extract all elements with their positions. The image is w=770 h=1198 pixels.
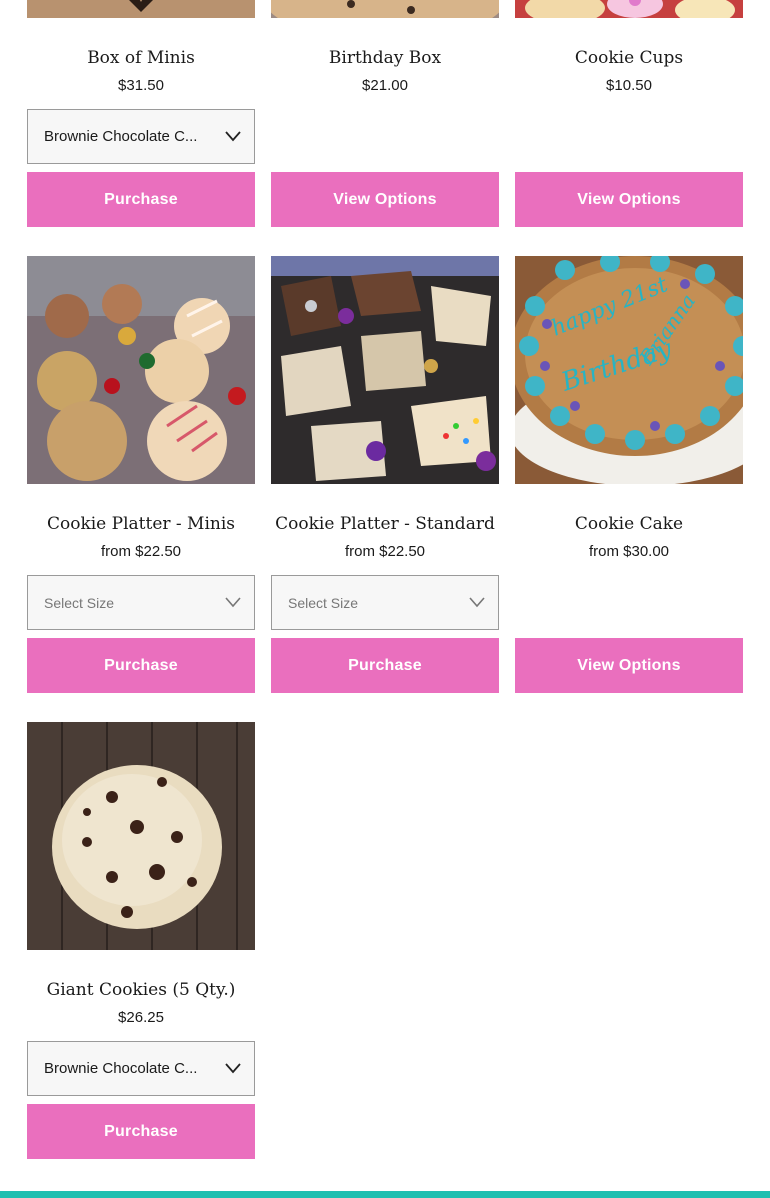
product-image[interactable] <box>271 256 499 484</box>
cookie-platter-minis-image <box>27 256 255 484</box>
product-price: $26.25 <box>118 1009 164 1026</box>
giant-cookies-image <box>27 722 255 950</box>
purchase-button[interactable]: Purchase <box>27 638 255 693</box>
chevron-down-icon <box>225 597 241 608</box>
purchase-button[interactable]: Purchase <box>27 1104 255 1159</box>
select-value: Select Size <box>288 594 359 611</box>
cookie-platter-standard-image <box>271 256 499 484</box>
cookie-cake-image: happy 21st Birthday Brianna <box>515 256 743 484</box>
product-price: from $22.50 <box>344 543 426 560</box>
product-image[interactable]: happy 21st Birthday Brianna <box>515 256 743 484</box>
product-name[interactable]: Cookie Platter - Minis <box>27 513 255 535</box>
select-value: Select Size <box>44 594 115 611</box>
product-price: from $30.00 <box>588 543 670 560</box>
select-value: Brownie Chocolate C... <box>44 128 198 145</box>
product-name[interactable]: Box of Minis <box>27 47 255 69</box>
product-card-giant-cookies: Giant Cookies (5 Qty.) $26.25 Brownie Ch… <box>27 722 255 1159</box>
cookie-cups-image <box>515 0 743 18</box>
product-name[interactable]: Cookie Cake <box>515 513 743 535</box>
product-image[interactable] <box>27 0 255 18</box>
product-image[interactable] <box>515 0 743 18</box>
size-select[interactable]: Select Size <box>271 575 499 630</box>
footer-accent-bar <box>0 1191 770 1198</box>
product-card-cookie-cake: happy 21st Birthday Brianna Cookie Cake … <box>515 256 743 693</box>
product-image[interactable] <box>27 722 255 950</box>
view-options-button[interactable]: View Options <box>515 638 743 693</box>
product-image[interactable] <box>271 0 499 18</box>
product-card-cookie-cups: Cookie Cups $10.50 View Options <box>515 0 743 227</box>
product-price: $31.50 <box>118 77 164 94</box>
product-image[interactable] <box>27 256 255 484</box>
product-price: $21.00 <box>362 77 408 94</box>
view-options-button[interactable]: View Options <box>271 172 499 227</box>
flavor-select[interactable]: Brownie Chocolate C... <box>27 1041 255 1096</box>
product-name[interactable]: Birthday Box <box>271 47 499 69</box>
chevron-down-icon <box>225 1063 241 1074</box>
product-price: $10.50 <box>606 77 652 94</box>
purchase-button[interactable]: Purchase <box>27 172 255 227</box>
product-card-box-of-minis: Box of Minis $31.50 Brownie Chocolate C.… <box>27 0 255 227</box>
product-name[interactable]: Cookie Platter - Standard <box>271 513 499 535</box>
chevron-down-icon <box>225 131 241 142</box>
product-card-cookie-platter-minis: Cookie Platter - Minis from $22.50 Selec… <box>27 256 255 693</box>
size-select[interactable]: Select Size <box>27 575 255 630</box>
box-of-minis-image <box>27 0 255 18</box>
product-name[interactable]: Cookie Cups <box>515 47 743 69</box>
product-card-cookie-platter-standard: Cookie Platter - Standard from $22.50 Se… <box>271 256 499 693</box>
view-options-button[interactable]: View Options <box>515 172 743 227</box>
product-card-birthday-box: Birthday Box $21.00 View Options <box>271 0 499 227</box>
flavor-select[interactable]: Brownie Chocolate C... <box>27 109 255 164</box>
select-value: Brownie Chocolate C... <box>44 1060 198 1077</box>
birthday-box-image <box>271 0 499 18</box>
purchase-button[interactable]: Purchase <box>271 638 499 693</box>
chevron-down-icon <box>469 597 485 608</box>
product-price: from $22.50 <box>100 543 182 560</box>
product-name[interactable]: Giant Cookies (5 Qty.) <box>27 979 255 1001</box>
